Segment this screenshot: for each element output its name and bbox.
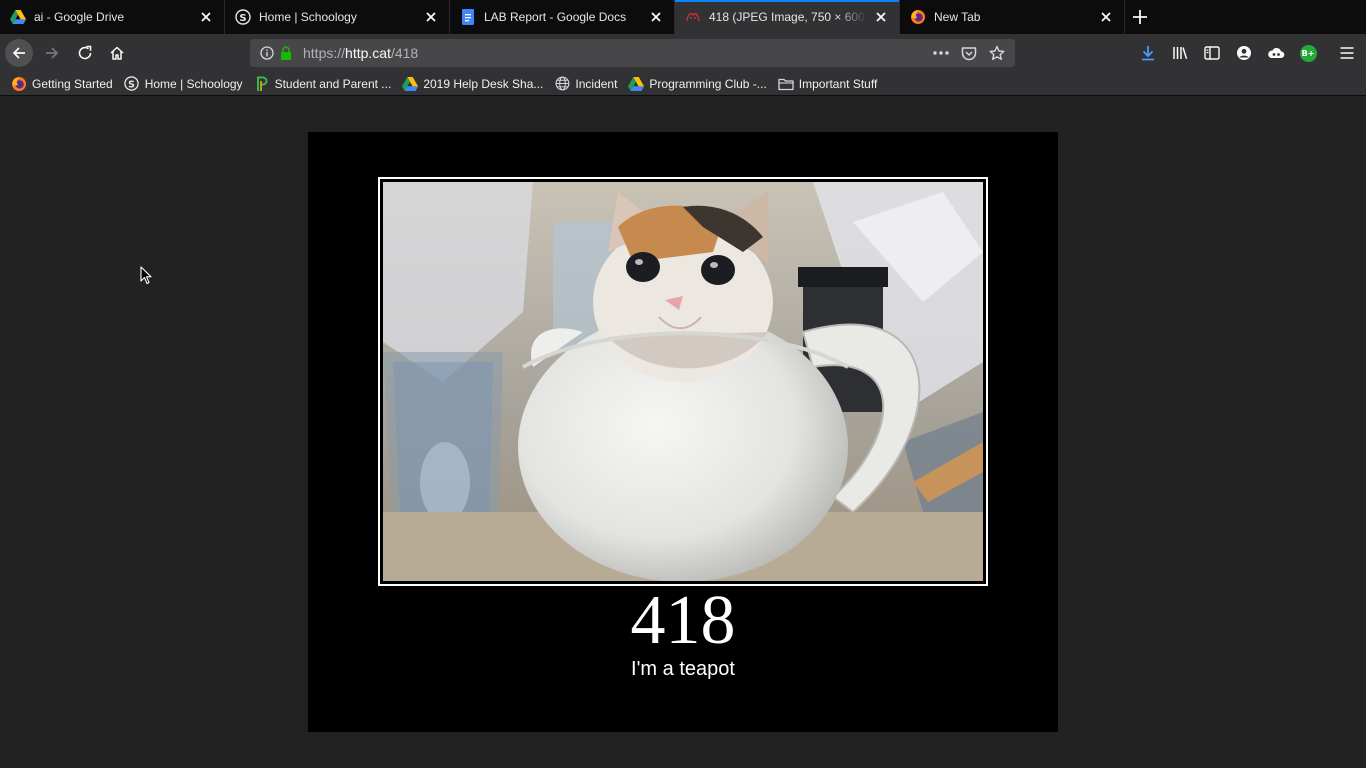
library-icon	[1172, 45, 1188, 61]
back-button[interactable]	[5, 39, 33, 67]
close-tab-icon[interactable]	[1098, 9, 1114, 25]
sidebar-button[interactable]	[1198, 39, 1226, 67]
reload-button[interactable]	[71, 39, 99, 67]
mouse-cursor-icon	[140, 266, 152, 285]
hamburger-menu-icon	[1339, 46, 1355, 60]
url-path: /418	[390, 45, 419, 61]
home-button[interactable]	[103, 39, 131, 67]
bookmark-programming-club[interactable]: Programming Club -...	[628, 73, 767, 95]
url-bar-actions	[927, 39, 1011, 67]
library-button[interactable]	[1166, 39, 1194, 67]
p-icon	[254, 76, 270, 92]
photo-frame	[378, 177, 988, 586]
url-bar[interactable]: https://http.cat/418	[250, 39, 1015, 67]
bookmark-help-desk[interactable]: 2019 Help Desk Sha...	[402, 73, 543, 95]
account-icon	[1236, 45, 1252, 61]
tab-title: New Tab	[934, 10, 981, 24]
close-tab-icon[interactable]	[198, 9, 214, 25]
schoology-icon: S	[235, 9, 251, 25]
bookmark-label: Incident	[575, 76, 618, 91]
tab-http-cat-image[interactable]: 418 (JPEG Image, 750 × 600 pixels)	[675, 0, 900, 34]
grammar-extension-button[interactable]: B+	[1294, 39, 1322, 67]
forward-arrow-icon	[44, 45, 60, 61]
svg-text:S: S	[239, 13, 246, 24]
tab-new-tab[interactable]: New Tab	[900, 0, 1125, 34]
bookmark-label: Student and Parent ...	[274, 76, 392, 91]
pocket-icon[interactable]	[955, 39, 983, 67]
reload-icon	[77, 45, 93, 61]
tab-title: LAB Report - Google Docs	[484, 10, 627, 24]
navigation-toolbar: https://http.cat/418 B+	[0, 34, 1366, 72]
bookmarks-toolbar: Getting Started S Home | Schoology Stude…	[0, 72, 1366, 96]
bookmark-student-and-parent[interactable]: Student and Parent ...	[254, 73, 392, 95]
schoology-icon: S	[124, 76, 140, 92]
kitten-in-teapot-photo	[383, 182, 983, 581]
site-info-icon[interactable]	[259, 45, 275, 61]
bookmark-label: 2019 Help Desk Sha...	[423, 76, 544, 91]
tab-google-docs[interactable]: LAB Report - Google Docs	[450, 0, 675, 34]
google-drive-icon	[402, 76, 419, 92]
extension-button[interactable]	[1262, 39, 1290, 67]
plus-icon	[1132, 9, 1148, 25]
image-icon	[685, 9, 701, 25]
home-icon	[109, 45, 125, 61]
new-tab-button[interactable]	[1128, 5, 1152, 29]
url-text[interactable]: https://http.cat/418	[303, 45, 418, 61]
http-cat-image[interactable]: 418 I'm a teapot	[308, 132, 1058, 732]
firefox-icon	[11, 76, 27, 92]
google-docs-icon	[460, 9, 476, 25]
url-scheme: https://	[303, 45, 346, 61]
sidebar-icon	[1204, 46, 1220, 60]
tab-schoology[interactable]: S Home | Schoology	[225, 0, 450, 34]
lock-icon[interactable]	[279, 45, 293, 61]
svg-text:S: S	[128, 79, 135, 90]
bookmark-label: Programming Club -...	[649, 76, 767, 91]
bookmark-getting-started[interactable]: Getting Started	[11, 73, 113, 95]
bookmark-label: Home | Schoology	[144, 76, 243, 91]
bookmark-incident[interactable]: Incident	[554, 73, 617, 95]
tab-title: ai - Google Drive	[34, 10, 125, 24]
close-tab-icon[interactable]	[648, 9, 664, 25]
url-host: http.cat	[345, 45, 391, 61]
close-tab-icon[interactable]	[423, 9, 439, 25]
page-actions-icon[interactable]	[927, 39, 955, 67]
downloads-button[interactable]	[1134, 39, 1162, 67]
google-drive-icon	[628, 76, 645, 92]
forward-button[interactable]	[38, 39, 66, 67]
close-tab-icon[interactable]	[873, 9, 889, 25]
back-arrow-icon	[11, 45, 27, 61]
page-viewport: 418 I'm a teapot	[0, 96, 1366, 768]
bookmark-label: Getting Started	[32, 76, 113, 91]
account-button[interactable]	[1230, 39, 1258, 67]
menu-button[interactable]	[1333, 39, 1361, 67]
globe-icon	[554, 76, 570, 92]
bookmark-star-icon[interactable]	[983, 39, 1011, 67]
tab-title: 418 (JPEG Image, 750 × 600 pixels)	[709, 10, 867, 24]
bookmark-folder-important-stuff[interactable]: Important Stuff	[778, 73, 878, 95]
status-code: 418	[630, 582, 736, 659]
tab-title: Home | Schoology	[259, 10, 357, 24]
download-icon	[1140, 45, 1156, 61]
cloud-extension-icon	[1267, 46, 1285, 60]
folder-icon	[778, 76, 794, 92]
tab-strip: ai - Google Drive S Home | Schoology LAB…	[0, 0, 1366, 34]
bookmark-label: Important Stuff	[798, 76, 878, 91]
firefox-icon	[910, 9, 926, 25]
google-drive-icon	[10, 9, 26, 25]
bookmark-schoology[interactable]: S Home | Schoology	[124, 73, 243, 95]
status-message: I'm a teapot	[631, 658, 735, 680]
grade-badge-icon: B+	[1299, 44, 1317, 62]
tab-google-drive[interactable]: ai - Google Drive	[0, 0, 225, 34]
